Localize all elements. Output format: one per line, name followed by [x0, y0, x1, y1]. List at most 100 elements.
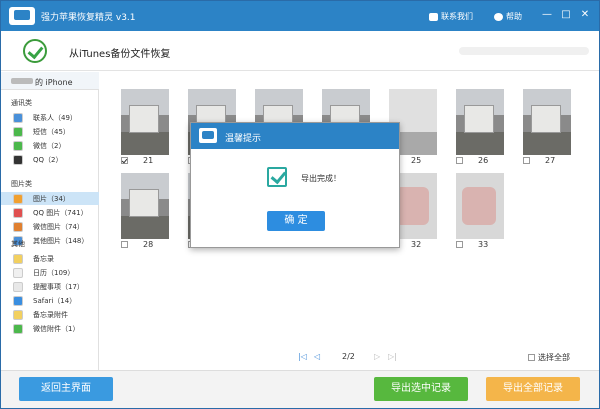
sidebar-item-label: 提醒事项（17） — [33, 282, 84, 292]
help-icon — [494, 13, 503, 21]
sidebar-item-label: 其他图片（148） — [33, 236, 88, 246]
sidebar-item[interactable]: 微信附件（1） — [1, 322, 99, 335]
photo-number: 21 — [143, 156, 153, 165]
sidebar-item[interactable]: 微信图片（74） — [1, 220, 99, 233]
photo-checkbox[interactable] — [456, 157, 463, 164]
sidebar-item-label: Safari（14） — [33, 296, 76, 306]
sidebar-item-label: 微信（2） — [33, 141, 65, 151]
export-complete-dialog: 温馨提示 导出完成！ 确 定 — [190, 122, 400, 248]
sidebar-item-label: 备忘录附件 — [33, 310, 68, 320]
app-logo-icon — [9, 7, 35, 25]
photo-number: 27 — [545, 156, 555, 165]
sidebar-item-label: 日历（109） — [33, 268, 74, 278]
sidebar-category: 通讯类 — [11, 98, 32, 108]
sidebar-item-label: 图片（34） — [33, 194, 70, 204]
select-all-box[interactable] — [528, 354, 535, 361]
sidebar-category: 图片类 — [11, 179, 32, 189]
sidebar-item[interactable]: QQ（2） — [1, 153, 99, 166]
safari-icon — [13, 296, 23, 306]
contacts-icon — [13, 113, 23, 123]
blurred-photo-content — [395, 187, 429, 225]
export-all-button[interactable]: 导出全部记录 — [486, 377, 580, 401]
qq-icon — [13, 155, 23, 165]
dialog-message: 导出完成！ — [301, 173, 341, 184]
size-slider[interactable] — [459, 47, 589, 55]
sidebar-item-label: 联系人（49） — [33, 113, 77, 123]
device-name-blur — [11, 78, 33, 84]
sidebar-item[interactable]: 备忘录 — [1, 252, 99, 265]
photo-truck — [129, 105, 159, 133]
sidebar-item-label: QQ 图片（741） — [33, 208, 88, 218]
app-window: 强力苹果恢复精灵 v3.1 联系我们 帮助 — □ ✕ 从iTunes备份文件恢… — [0, 0, 600, 409]
itunes-recovery-icon — [23, 39, 47, 63]
back-to-main-button[interactable]: 返回主界面 — [19, 377, 113, 401]
photo-ground — [121, 132, 169, 155]
sms-icon — [13, 127, 23, 137]
photo-number: 25 — [411, 156, 421, 165]
dialog-logo-icon — [199, 128, 217, 143]
help-link[interactable]: 帮助 — [494, 11, 522, 22]
success-check-icon — [267, 167, 287, 187]
sidebar-item[interactable]: 日历（109） — [1, 266, 99, 279]
title-bar: 强力苹果恢复精灵 v3.1 联系我们 帮助 — □ ✕ — [1, 1, 599, 31]
photo-thumbnail[interactable] — [456, 173, 504, 239]
device-header[interactable]: 的 iPhone — [1, 72, 99, 90]
sidebar-item-label: 微信图片（74） — [33, 222, 84, 232]
sidebar-item-label: QQ（2） — [33, 155, 62, 165]
header: 从iTunes备份文件恢复 — [1, 31, 599, 71]
photo-checkbox[interactable] — [121, 157, 128, 164]
photo-thumbnail[interactable] — [523, 89, 571, 155]
dialog-ok-button[interactable]: 确 定 — [267, 211, 325, 231]
photo-ground — [456, 132, 504, 155]
sidebar-item-label: 备忘录 — [33, 254, 54, 264]
notes-icon — [13, 254, 23, 264]
sidebar-item[interactable]: QQ 图片（741） — [1, 206, 99, 219]
last-page-button[interactable]: ▷| — [388, 352, 397, 361]
photo-thumbnail[interactable] — [456, 89, 504, 155]
photo-number: 32 — [411, 240, 421, 249]
device-name: 的 iPhone — [35, 77, 73, 88]
sidebar: 的 iPhone 通讯类联系人（49） 短信（45） 微信（2） QQ（2） 图片类图片… — [1, 72, 99, 370]
photo-truck — [129, 189, 159, 217]
page-title: 从iTunes备份文件恢复 — [69, 45, 170, 60]
sidebar-item[interactable]: 短信（45） — [1, 125, 99, 138]
contact-us-link[interactable]: 联系我们 — [429, 11, 473, 22]
qq-photos-icon — [13, 208, 23, 218]
select-all-label: 选择全部 — [538, 352, 570, 363]
page-indicator: 2/2 — [342, 352, 355, 361]
photo-thumbnail[interactable] — [121, 89, 169, 155]
chat-icon — [429, 13, 438, 21]
photo-number: 28 — [143, 240, 153, 249]
first-page-button[interactable]: |◁ — [298, 352, 307, 361]
export-selected-button[interactable]: 导出选中记录 — [374, 377, 468, 401]
sidebar-item[interactable]: 提醒事项（17） — [1, 280, 99, 293]
sidebar-item[interactable]: Safari（14） — [1, 294, 99, 307]
photos-icon — [13, 194, 23, 204]
bottom-bar: 返回主界面 导出选中记录 导出全部记录 — [1, 370, 599, 408]
sidebar-item-label: 微信附件（1） — [33, 324, 79, 334]
pager: |◁ ◁ 2/2 ▷ ▷| 选择全部 — [100, 350, 599, 364]
select-all-checkbox[interactable]: 选择全部 — [528, 352, 570, 363]
photo-thumbnail[interactable] — [121, 173, 169, 239]
photo-checkbox[interactable] — [456, 241, 463, 248]
minimize-button[interactable]: — — [541, 9, 553, 21]
photo-checkbox[interactable] — [121, 241, 128, 248]
sidebar-item[interactable]: 图片（34） — [1, 192, 99, 205]
photo-number: 26 — [478, 156, 488, 165]
maximize-button[interactable]: □ — [560, 9, 572, 21]
contact-us-label: 联系我们 — [441, 11, 473, 22]
sidebar-item[interactable]: 联系人（49） — [1, 111, 99, 124]
calendar-icon — [13, 268, 23, 278]
photo-checkbox[interactable] — [523, 157, 530, 164]
sidebar-item[interactable]: 备忘录附件 — [1, 308, 99, 321]
photo-ground — [121, 216, 169, 239]
blurred-photo-content — [462, 187, 496, 225]
sidebar-item[interactable]: 微信（2） — [1, 139, 99, 152]
photo-truck — [464, 105, 494, 133]
wechat-icon — [13, 141, 23, 151]
wechat-photos-icon — [13, 222, 23, 232]
prev-page-button[interactable]: ◁ — [314, 352, 320, 361]
wechat-attachment-icon — [13, 324, 23, 334]
close-button[interactable]: ✕ — [579, 9, 591, 21]
next-page-button[interactable]: ▷ — [374, 352, 380, 361]
